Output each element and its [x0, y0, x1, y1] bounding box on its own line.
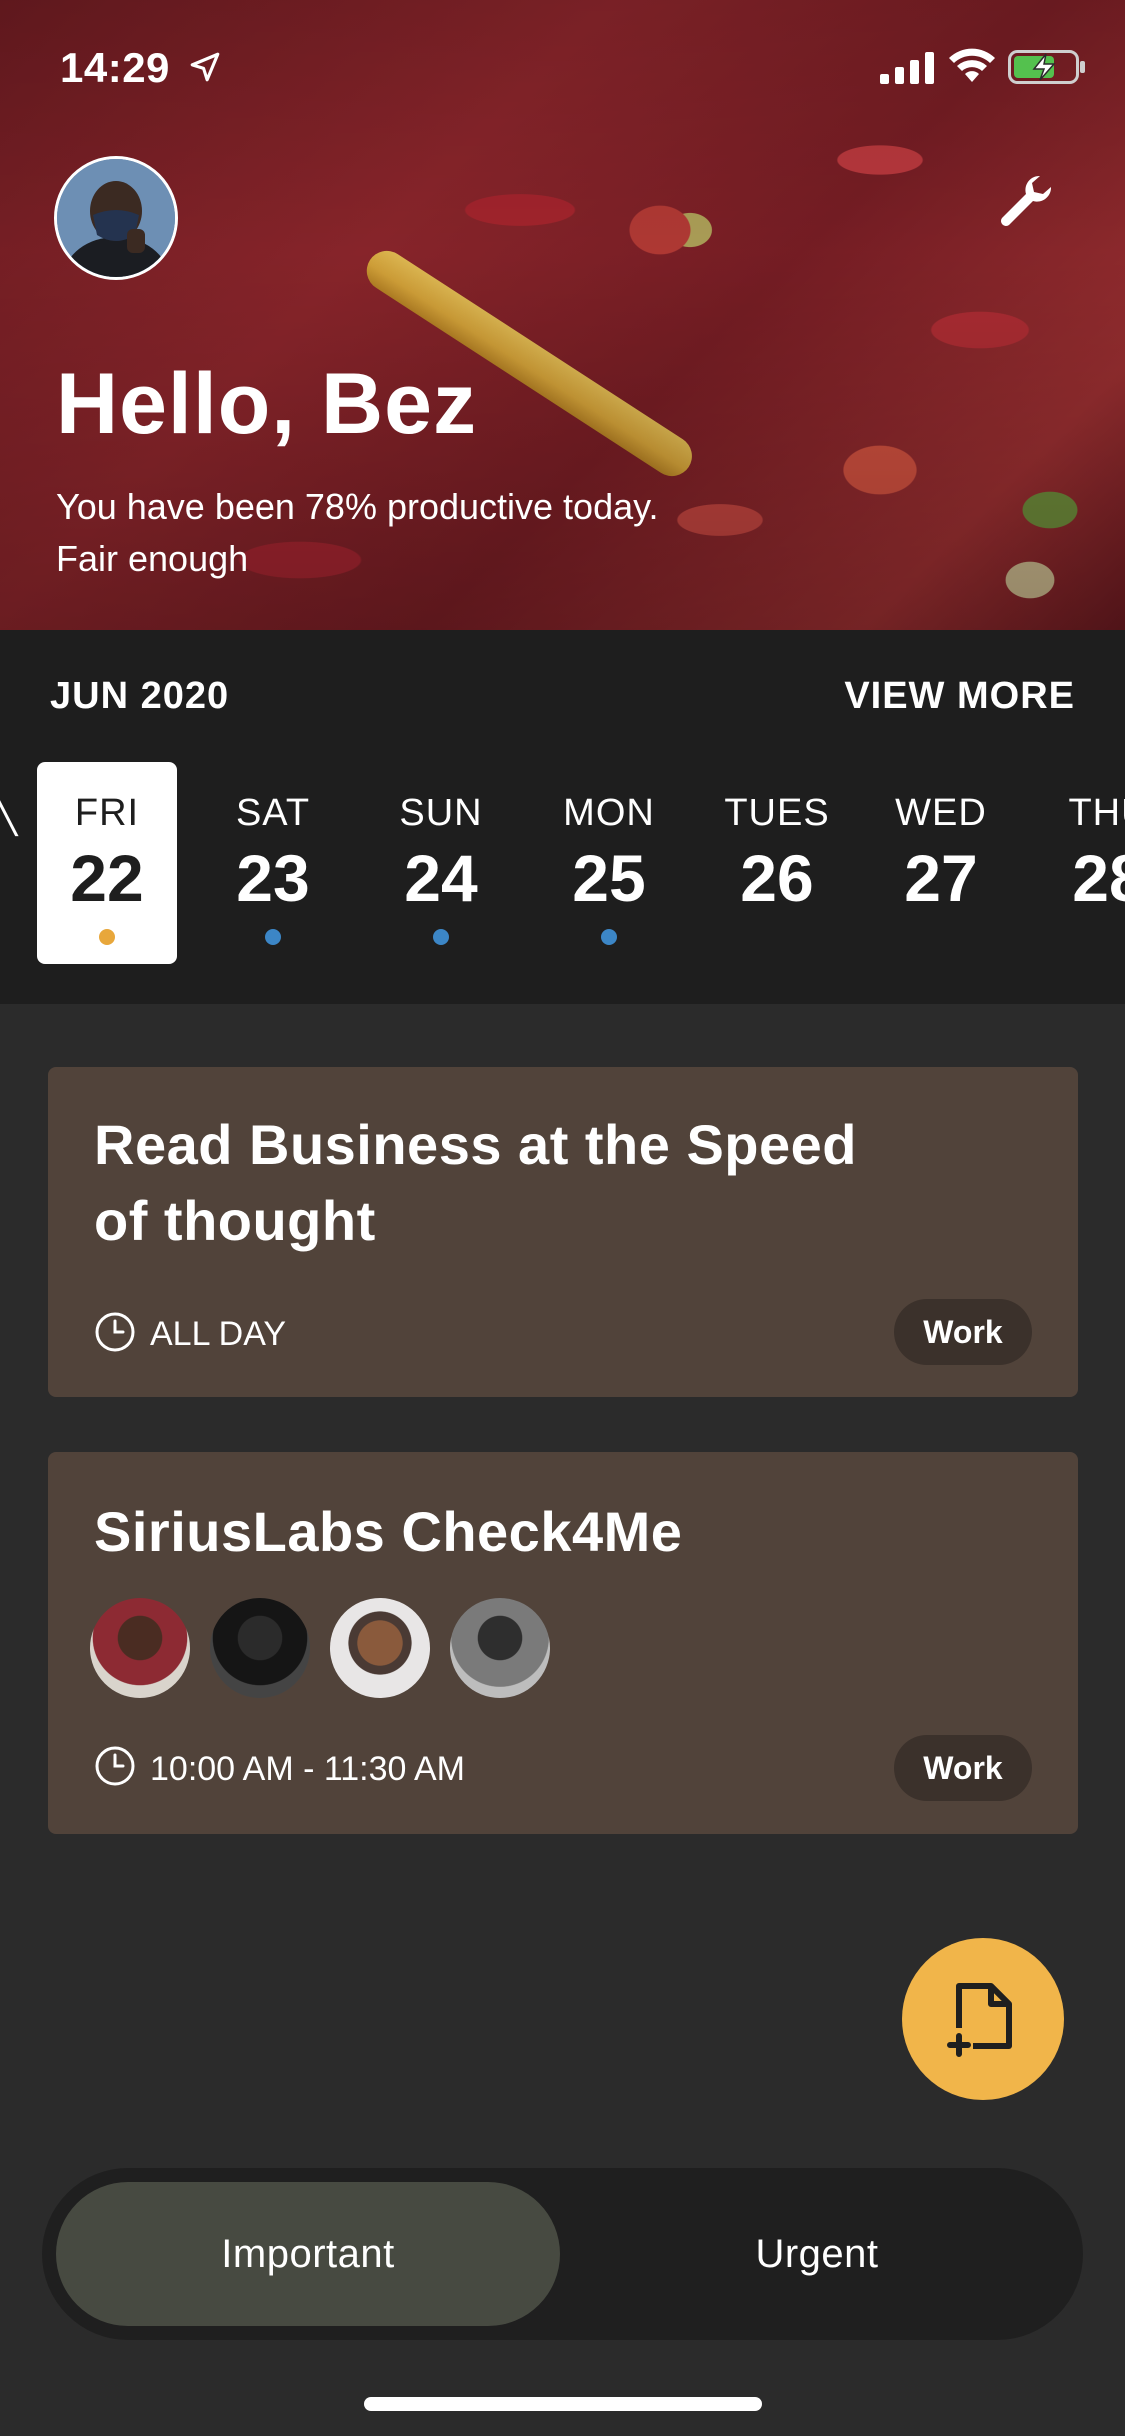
- cellular-signal-icon: [880, 52, 934, 84]
- wifi-icon: [949, 48, 995, 82]
- productivity-text: You have been 78% productive today.: [56, 486, 659, 527]
- status-bar: 14:29: [0, 0, 1125, 140]
- productivity-remark: Fair enough: [56, 538, 249, 579]
- event-title: SiriusLabs Check4Me: [94, 1500, 683, 1563]
- event-time: 10:00 AM - 11:30 AM: [150, 1750, 465, 1788]
- day-sun-24[interactable]: SUN 24: [371, 762, 511, 964]
- add-task-button[interactable]: [902, 1938, 1064, 2100]
- event-card[interactable]: Read Business at the Speed of thought AL…: [48, 1067, 1078, 1397]
- event-dot: [601, 929, 617, 945]
- home-indicator[interactable]: [364, 2397, 762, 2411]
- user-avatar[interactable]: [54, 156, 178, 280]
- day-thu-28[interactable]: THU 28: [1039, 762, 1125, 964]
- participant-avatar[interactable]: [330, 1598, 430, 1698]
- header-banner: 14:29 Hello, Bez You have been 78% produ…: [0, 0, 1125, 630]
- event-dot: [99, 929, 115, 945]
- calendar-strip: JUN 2020 VIEW MORE ╲ FRI 22 SAT 23 SUN 2…: [0, 630, 1125, 1004]
- day-fri-22[interactable]: FRI 22: [37, 762, 177, 964]
- new-note-icon: [947, 1983, 1012, 2057]
- day-wed-27[interactable]: WED 27: [871, 762, 1011, 964]
- clock-icon: [95, 1746, 135, 1786]
- day-tues-26[interactable]: TUES 26: [707, 762, 847, 964]
- month-label: JUN 2020: [50, 675, 230, 717]
- battery-charging-icon: [1008, 50, 1085, 84]
- participant-avatar[interactable]: [90, 1598, 190, 1698]
- urgent-tab[interactable]: Urgent: [565, 2182, 1069, 2326]
- user-avatar-image: [57, 159, 175, 277]
- category-tag[interactable]: Work: [894, 1735, 1032, 1801]
- event-title: Read Business at the Speed of thought: [94, 1113, 858, 1252]
- participant-avatar[interactable]: [210, 1598, 310, 1698]
- event-card[interactable]: SiriusLabs Check4Me 10:00 AM - 11:30 AM …: [48, 1452, 1078, 1834]
- view-more-button[interactable]: VIEW MORE: [844, 675, 1075, 718]
- location-arrow-icon: [190, 52, 220, 82]
- day-sat-23[interactable]: SAT 23: [203, 762, 343, 964]
- clock-icon: [95, 1312, 135, 1352]
- priority-segmented-control: Important Urgent: [42, 2168, 1083, 2340]
- wrench-icon[interactable]: [996, 170, 1056, 230]
- greeting-title: Hello, Bez: [56, 356, 477, 452]
- previous-day-partial[interactable]: ╲: [0, 792, 17, 837]
- category-tag[interactable]: Work: [894, 1299, 1032, 1365]
- day-mon-25[interactable]: MON 25: [539, 762, 679, 964]
- status-time: 14:29: [60, 44, 170, 91]
- screen: 14:29 Hello, Bez You have been 78% produ…: [0, 0, 1125, 2436]
- participant-avatar[interactable]: [450, 1598, 550, 1698]
- event-time: ALL DAY: [150, 1315, 287, 1353]
- event-dot: [433, 929, 449, 945]
- event-dot: [265, 929, 281, 945]
- important-tab[interactable]: Important: [56, 2182, 560, 2326]
